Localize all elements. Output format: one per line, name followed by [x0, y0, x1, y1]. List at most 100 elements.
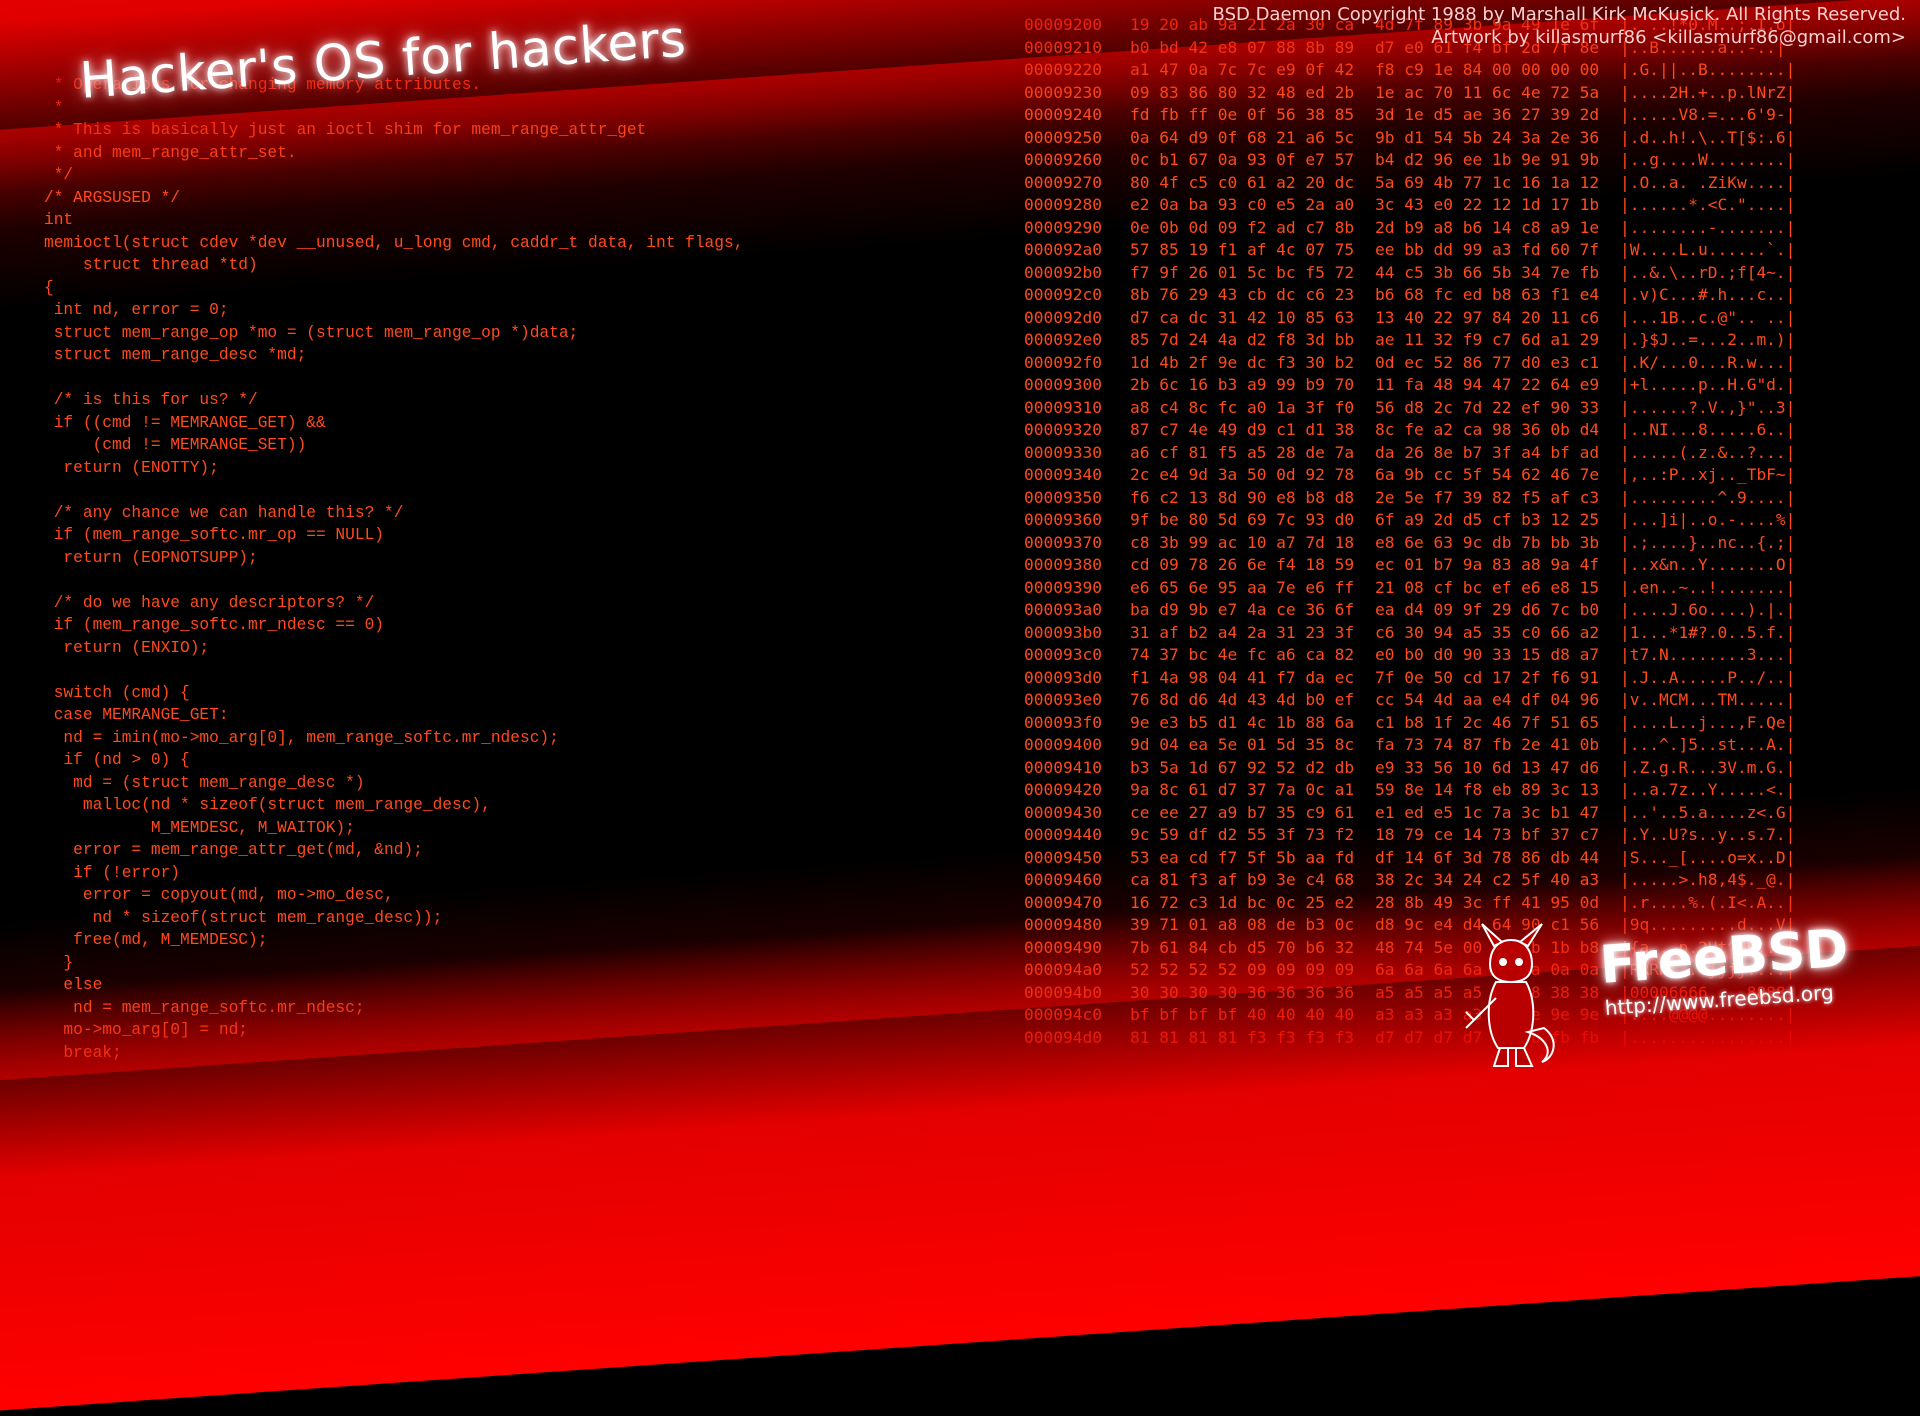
hex-bytes-high: fa 73 74 87 fb 2e 41 0b [1375, 735, 1600, 754]
hex-bytes-low: d7 ca dc 31 42 10 85 63 [1130, 307, 1355, 327]
code-line: struct mem_range_op *mo = (struct mem_ra… [44, 323, 579, 342]
hex-ascii: |.....V8.=...6'9-| [1620, 105, 1796, 124]
code-line: /* any chance we can handle this? */ [44, 503, 404, 522]
hex-address: 00009260 [1024, 150, 1102, 169]
hex-bytes-low: 76 8d d6 4d 43 4d b0 ef [1130, 690, 1355, 709]
hex-bytes-low: 1d 4b 2f 9e dc f3 30 b2 [1130, 352, 1355, 372]
hex-row: 000092a0 57 85 19 f1 af 4c 07 75 ee bb dd … [1024, 239, 1904, 262]
code-line: /* ARGSUSED */ [44, 188, 180, 207]
hex-address: 000092d0 [1024, 307, 1102, 327]
hex-bytes-high: df 14 6f 3d 78 86 db 44 [1375, 847, 1600, 867]
hex-ascii: |..a.7z..Y.....<.| [1620, 780, 1796, 799]
hex-ascii: |1...*1#?.0..5.f.| [1620, 622, 1796, 642]
code-line: return (ENOTTY); [44, 458, 219, 477]
hex-row: 00009250 0a 64 d9 0f 68 21 a6 5c 9b d1 54 … [1024, 127, 1904, 150]
hex-address: 00009430 [1024, 802, 1102, 822]
hex-address: 000092e0 [1024, 330, 1102, 349]
hex-row: 00009390 e6 65 6e 95 aa 7e e6 ff 21 08 cf … [1024, 577, 1904, 600]
hex-row: 00009280 e2 0a ba 93 c0 e5 2a a0 3c 43 e0 … [1024, 194, 1904, 217]
code-line: (cmd != MEMRANGE_SET)) [44, 436, 307, 454]
hex-bytes-low: c8 3b 99 ac 10 a7 7d 18 [1130, 532, 1355, 552]
hex-row: 00009350 f6 c2 13 8d 90 e8 b8 d8 2e 5e f7 … [1024, 487, 1904, 510]
hex-ascii: |.Z.g.R...3V.m.G.| [1620, 757, 1796, 777]
code-line: struct mem_range_desc *md; [44, 346, 307, 364]
hex-ascii: |...]i|..o.-....%| [1620, 510, 1796, 529]
hex-bytes-high: e9 33 56 10 6d 13 47 d6 [1375, 757, 1600, 777]
hex-bytes-low: 87 c7 4e 49 d9 c1 d1 38 [1130, 420, 1355, 439]
hex-row: 00009260 0c b1 67 0a 93 0f e7 57 b4 d2 96 … [1024, 149, 1904, 172]
code-line: if (mem_range_softc.mr_op == NULL) [44, 526, 384, 544]
code-line: if ((cmd != MEMRANGE_GET) && [44, 413, 326, 432]
hex-address: 00009410 [1024, 757, 1102, 777]
hex-address: 00009390 [1024, 577, 1102, 597]
hex-ascii: |v..MCM...TM.....| [1620, 690, 1796, 709]
code-line: int nd, error = 0; [44, 301, 229, 319]
hex-ascii: |.....(.z.&..?...| [1620, 442, 1796, 462]
hex-bytes-high: 5a 69 4b 77 1c 16 1a 12 [1375, 172, 1600, 192]
hex-address: 000093b0 [1024, 622, 1102, 642]
hex-row: 00009410 b3 5a 1d 67 92 52 d2 db e9 33 56 … [1024, 757, 1904, 780]
hex-bytes-high: 56 d8 2c 7d 22 ef 90 33 [1375, 397, 1600, 417]
hex-row: 000092c0 8b 76 29 43 cb dc c6 23 b6 68 fc … [1024, 284, 1904, 307]
hex-bytes-low: 0c b1 67 0a 93 0f e7 57 [1130, 150, 1355, 169]
hex-bytes-high: 44 c5 3b 66 5b 34 7e fb [1375, 262, 1600, 282]
hex-bytes-low: 0e 0b 0d 09 f2 ad c7 8b [1130, 217, 1355, 237]
hex-row: 00009320 87 c7 4e 49 d9 c1 d1 38 8c fe a2 … [1024, 419, 1904, 442]
hex-bytes-low: 53 ea cd f7 5f 5b aa fd [1130, 847, 1355, 867]
hex-address: 00009420 [1024, 780, 1102, 799]
hex-row: 00009290 0e 0b 0d 09 f2 ad c7 8b 2d b9 a8 … [1024, 217, 1904, 240]
code-line: nd * sizeof(struct mem_range_desc)); [44, 908, 443, 927]
code-line: error = mem_range_attr_get(md, &nd); [44, 841, 423, 859]
hex-bytes-high: 2d b9 a8 b6 14 c8 a9 1e [1375, 217, 1600, 237]
hex-bytes-low: 2b 6c 16 b3 a9 99 b9 70 [1130, 375, 1355, 394]
hex-ascii: |..&.\..rD.;f[4~.| [1620, 262, 1796, 282]
hex-ascii: |....J.6o....).|.| [1620, 600, 1796, 619]
code-line: error = copyout(md, mo->mo_desc, [44, 886, 394, 904]
hex-bytes-high: ea d4 09 9f 29 d6 7c b0 [1375, 600, 1600, 619]
hex-bytes-low: 9f be 80 5d 69 7c 93 d0 [1130, 510, 1355, 529]
hex-ascii: |+l.....p..H.G"d.| [1620, 375, 1796, 394]
hex-ascii: |.}$J..=...2..m.)| [1620, 330, 1796, 349]
hex-row: 000092d0 d7 ca dc 31 42 10 85 63 13 40 22 … [1024, 307, 1904, 330]
code-line: memioctl(struct cdev *dev __unused, u_lo… [44, 233, 744, 252]
hex-row: 00009330 a6 cf 81 f5 a5 28 de 7a da 26 8e … [1024, 442, 1904, 465]
code-line: nd = imin(mo->mo_arg[0], mem_range_softc… [44, 728, 559, 747]
hex-bytes-high: 7f 0e 50 cd 17 2f f6 91 [1375, 667, 1600, 687]
hex-row: 000093e0 76 8d d6 4d 43 4d b0 ef cc 54 4d … [1024, 689, 1904, 712]
hex-ascii: |.Y..U?s..y..s.7.| [1620, 825, 1796, 844]
copyright-credit: BSD Daemon Copyright 1988 by Marshall Ki… [1212, 4, 1906, 25]
hex-address: 000093e0 [1024, 690, 1102, 709]
hex-ascii: |W....L.u......`.| [1620, 240, 1796, 259]
hex-row: 00009420 9a 8c 61 d7 37 7a 0c a1 59 8e 14 … [1024, 779, 1904, 802]
hex-address: 00009320 [1024, 420, 1102, 439]
hex-bytes-high: 0d ec 52 86 77 d0 e3 c1 [1375, 352, 1600, 372]
hex-row: 000093b0 31 af b2 a4 2a 31 23 3f c6 30 94 … [1024, 622, 1904, 645]
hex-address: 00009370 [1024, 532, 1102, 552]
hex-ascii: |..g....W........| [1620, 150, 1796, 169]
freebsd-logo: FreeBSD http://www.freebsd.org [1456, 919, 1876, 1070]
hex-row: 00009340 2c e4 9d 3a 50 0d 92 78 6a 9b cc … [1024, 464, 1904, 487]
hex-bytes-low: f1 4a 98 04 41 f7 da ec [1130, 667, 1355, 687]
hex-row: 00009300 2b 6c 16 b3 a9 99 b9 70 11 fa 48 … [1024, 374, 1904, 397]
hex-bytes-high: cc 54 4d aa e4 df 04 96 [1375, 690, 1600, 709]
hex-address: 00009290 [1024, 217, 1102, 237]
hex-bytes-high: 59 8e 14 f8 eb 89 3c 13 [1375, 780, 1600, 799]
hex-ascii: |......?.V.,}"..3| [1620, 397, 1796, 417]
hex-address: 000093a0 [1024, 600, 1102, 619]
hex-bytes-low: a8 c4 8c fc a0 1a 3f f0 [1130, 397, 1355, 417]
hex-ascii: |.;....}..nc..{.;| [1620, 532, 1796, 552]
hex-ascii: |,..:P..xj.._TbF~| [1620, 465, 1796, 484]
hex-ascii: |....L..j...,F.Qe| [1620, 712, 1796, 732]
code-line: /* is this for us? */ [44, 391, 258, 409]
hex-bytes-high: e8 6e 63 9c db 7b bb 3b [1375, 532, 1600, 552]
hex-ascii: |.en..~..!.......| [1620, 577, 1796, 597]
hex-bytes-high: 8c fe a2 ca 98 36 0b d4 [1375, 420, 1600, 439]
code-line: return (EOPNOTSUPP); [44, 548, 258, 567]
code-line: int [44, 211, 74, 229]
hex-bytes-low: 2c e4 9d 3a 50 0d 92 78 [1130, 465, 1355, 484]
hex-bytes-high: c1 b8 1f 2c 46 7f 51 65 [1375, 712, 1600, 732]
hex-ascii: |...^.]5..st...A.| [1620, 735, 1796, 754]
hex-address: 00009460 [1024, 870, 1102, 889]
